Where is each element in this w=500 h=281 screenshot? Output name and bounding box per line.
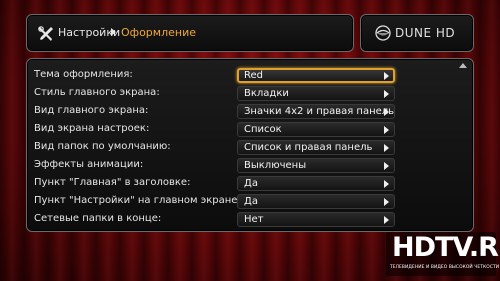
setting-value-text: Да	[244, 178, 258, 189]
setting-value-select[interactable]: Да	[237, 194, 395, 209]
dune-logo-icon	[375, 25, 391, 41]
setting-row[interactable]: Пункт "Главная" в заголовке: Да	[27, 175, 475, 192]
breadcrumb-current: Оформление	[121, 26, 196, 39]
setting-value-text: Нет	[244, 214, 264, 225]
chevron-right-icon	[384, 72, 389, 80]
watermark: HDTV.RU ТЕЛЕВИДЕНИЕ И ВИДЕО ВЫСОКОЙ ЧЕТК…	[386, 232, 500, 276]
setting-row[interactable]: Вид главного экрана: Значки 4x2 и правая …	[27, 103, 475, 120]
chevron-right-icon	[384, 108, 389, 116]
header-bar: Настройки Оформление	[26, 14, 354, 52]
chevron-right-icon	[384, 90, 389, 98]
setting-value-select[interactable]: Список	[237, 122, 395, 137]
chevron-right-icon	[384, 180, 389, 188]
chevron-right-icon	[384, 126, 389, 134]
setting-value-select[interactable]: Список и правая панель	[237, 140, 395, 155]
setting-value-select[interactable]: Значки 4x2 и правая панель	[237, 104, 395, 119]
setting-value-select[interactable]: Выключены	[237, 158, 395, 173]
setting-value-text: Список	[244, 124, 282, 135]
setting-label: Стиль главного экрана:	[34, 87, 160, 98]
watermark-tagline: ТЕЛЕВИДЕНИЕ И ВИДЕО ВЫСОКОЙ ЧЕТКОСТИ	[390, 265, 500, 270]
chevron-right-icon	[384, 144, 389, 152]
setting-label: Тема оформления:	[34, 69, 133, 80]
settings-panel: Тема оформления: Red Стиль главного экрана…	[26, 58, 474, 232]
brand-logo-text: DUNE HD	[395, 26, 456, 40]
setting-value-select[interactable]: Да	[237, 176, 395, 191]
setting-label: Пункт "Настройки" на главном экране:	[34, 195, 241, 206]
setting-value-text: Список и правая панель	[244, 142, 373, 153]
setting-row[interactable]: Эффекты анимации: Выключены	[27, 157, 475, 174]
setting-label: Эффекты анимации:	[34, 159, 144, 170]
tools-icon	[38, 26, 53, 41]
setting-row[interactable]: Тема оформления: Red	[27, 67, 475, 84]
watermark-logo: HDTV.RU	[392, 232, 500, 263]
setting-value-select[interactable]: Нет	[237, 212, 395, 227]
setting-value-text: Вкладки	[244, 88, 289, 99]
setting-row[interactable]: Пункт "Настройки" на главном экране: Да	[27, 193, 475, 210]
setting-label: Сетевые папки в конце:	[34, 213, 162, 224]
brand-panel: DUNE HD	[360, 14, 474, 52]
setting-row[interactable]: Вид экрана настроек: Список	[27, 121, 475, 138]
setting-label: Вид главного экрана:	[34, 105, 149, 116]
chevron-right-icon	[384, 162, 389, 170]
chevron-right-icon	[384, 198, 389, 206]
setting-value-select[interactable]: Red	[237, 68, 395, 83]
setting-row[interactable]: Вид папок по умолчанию: Список и правая п…	[27, 139, 475, 156]
setting-value-select[interactable]: Вкладки	[237, 86, 395, 101]
setting-row[interactable]: Стиль главного экрана: Вкладки	[27, 85, 475, 102]
setting-value-text: Red	[244, 70, 263, 81]
breadcrumb-separator-icon	[111, 28, 116, 36]
setting-label: Вид папок по умолчанию:	[34, 141, 171, 152]
setting-row[interactable]: Сетевые папки в конце: Нет	[27, 211, 475, 228]
setting-value-text: Значки 4x2 и правая панель	[244, 106, 395, 117]
setting-label: Пункт "Главная" в заголовке:	[34, 177, 191, 188]
setting-value-text: Выключены	[244, 160, 307, 171]
chevron-right-icon	[384, 216, 389, 224]
setting-value-text: Да	[244, 196, 258, 207]
setting-label: Вид экрана настроек:	[34, 123, 150, 134]
